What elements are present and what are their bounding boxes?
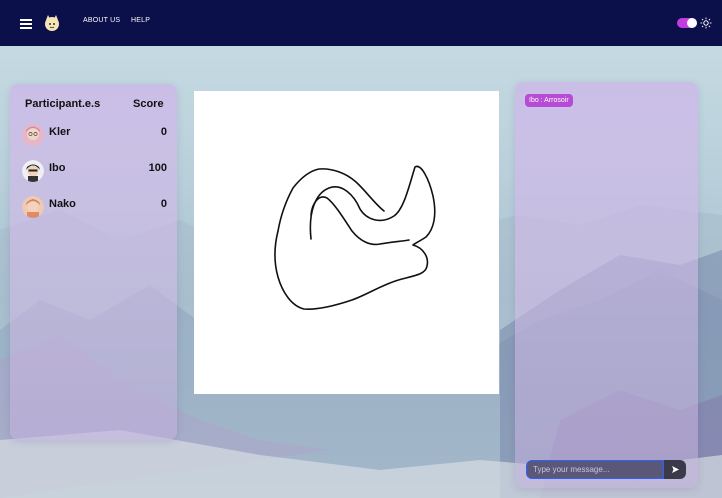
avatar: [22, 196, 44, 218]
hamburger-icon[interactable]: [20, 19, 32, 29]
player-name: Ibo: [49, 162, 66, 174]
player-score: 0: [160, 126, 167, 138]
top-navbar: ABOUT US HELP: [0, 0, 722, 46]
player-score: 100: [148, 162, 167, 174]
avatar: [22, 160, 44, 182]
sun-icon[interactable]: [700, 17, 712, 29]
avatar: [22, 124, 44, 146]
chat-message: Ibo : Arrosoir: [525, 94, 573, 107]
score-header: Score: [133, 98, 164, 110]
player-row: Kler 0: [22, 124, 167, 146]
player-name: Nako: [49, 198, 76, 210]
player-row: Ibo 100: [22, 160, 167, 182]
player-name: Kler: [49, 126, 71, 138]
cat-logo-icon[interactable]: [42, 14, 62, 32]
send-button[interactable]: [664, 460, 686, 479]
theme-toggle[interactable]: [677, 18, 697, 28]
chat-message-input[interactable]: [526, 460, 664, 479]
about-us-link[interactable]: ABOUT US: [83, 17, 120, 24]
drawing-canvas[interactable]: [194, 91, 499, 394]
player-row: Nako 0: [22, 196, 167, 218]
chat-panel: [515, 82, 698, 488]
send-icon: [671, 466, 679, 473]
help-link[interactable]: HELP: [131, 17, 150, 24]
toggle-knob: [687, 18, 697, 28]
drawing-stroke: [274, 165, 436, 310]
player-score: 0: [160, 198, 167, 210]
participants-header: Participant.e.s: [25, 98, 101, 110]
